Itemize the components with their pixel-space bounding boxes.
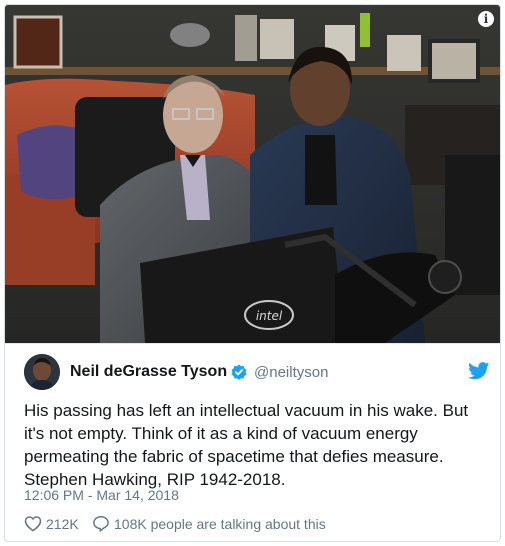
tweet-card: intel Neil deGrasse Tyson @neiltyson	[4, 4, 501, 542]
tweet-timestamp[interactable]: 12:06 PM - Mar 14, 2018	[24, 487, 179, 503]
heart-icon[interactable]	[24, 515, 42, 532]
like-count[interactable]: 212K	[46, 516, 79, 532]
reply-bubble-icon[interactable]	[92, 515, 110, 532]
author-handle[interactable]: @neiltyson	[254, 364, 328, 381]
info-icon[interactable]	[478, 11, 494, 27]
tweet-text: His passing has left an intellectual vac…	[24, 401, 469, 489]
photo-illustration: intel	[5, 5, 500, 343]
conversation-link[interactable]: 108K people are talking about this	[114, 516, 326, 532]
tweet-photo[interactable]: intel	[5, 5, 500, 344]
author-name[interactable]: Neil deGrasse Tyson	[70, 363, 227, 381]
avatar[interactable]	[24, 354, 60, 390]
twitter-bird-icon[interactable]	[468, 362, 490, 380]
tweet-header: Neil deGrasse Tyson @neiltyson	[24, 354, 490, 394]
verified-badge-icon	[231, 364, 247, 380]
